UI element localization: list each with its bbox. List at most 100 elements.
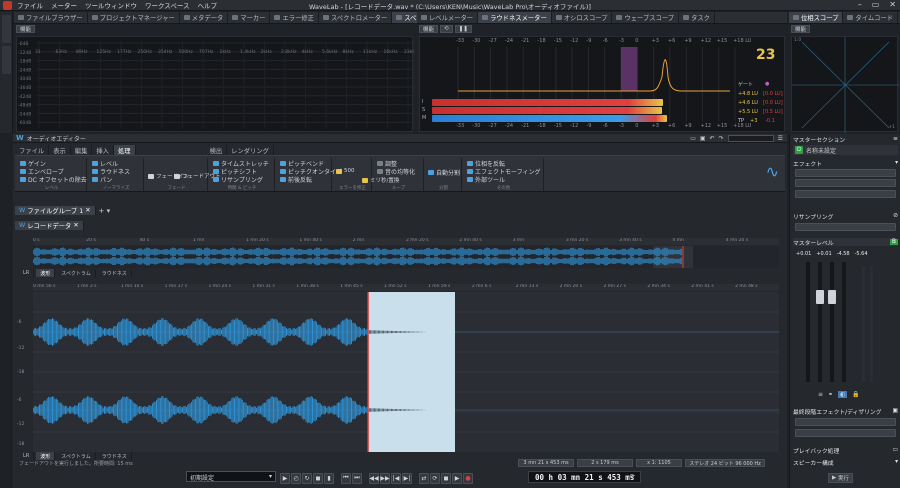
resample-icon[interactable]: ⊘ [893, 213, 898, 219]
tab-file-group[interactable]: W ファイルグループ 1 ✕ [15, 206, 96, 215]
reset-button[interactable]: ⟲ [440, 25, 453, 33]
section-effects[interactable]: エフェクト [793, 159, 822, 168]
list-icon[interactable]: ≡ [818, 391, 823, 398]
view-tab[interactable]: LR [19, 452, 35, 460]
tab-error-correction[interactable]: エラー修正 [270, 12, 319, 23]
maximize-icon[interactable]: ▭ [872, 0, 880, 9]
record-mode-icon[interactable]: ⇄ [419, 472, 429, 484]
tab-timecode[interactable]: タイムコード [843, 12, 899, 23]
record-icon[interactable]: ● [463, 472, 473, 484]
view-tab[interactable]: ラウドネス [98, 269, 132, 277]
preset-name[interactable]: 名称未設定 [806, 146, 836, 155]
dock-tab[interactable] [2, 46, 11, 74]
tab-marker[interactable]: マーカー [228, 12, 271, 23]
playback-icon[interactable]: ▭ [893, 447, 898, 453]
stop-icon[interactable]: ◼ [313, 472, 323, 484]
function-button[interactable]: 機能 [791, 25, 811, 33]
loop-icon[interactable]: ↻ [302, 472, 312, 484]
master-faders[interactable] [796, 260, 896, 384]
preset-dropdown[interactable] [727, 135, 774, 142]
status-field[interactable]: 2 s 179 ms [577, 459, 633, 467]
view-tab[interactable]: 波形 [36, 269, 56, 277]
loop-icon[interactable]: ⟳ [630, 473, 635, 480]
dock-tab[interactable] [2, 15, 11, 43]
view-tab[interactable]: 波形 [36, 452, 56, 460]
close-icon[interactable]: ✕ [889, 0, 896, 9]
tab-oscilloscope[interactable]: オシロスコープ [552, 12, 613, 23]
status-field[interactable]: ステレオ 24 ビット 96 000 Hz [685, 459, 765, 467]
main-waveform[interactable] [32, 292, 779, 452]
ribbon-item[interactable]: 音の均等化 [377, 167, 415, 176]
tab-file[interactable]: W レコードデータ ✕ [15, 221, 84, 230]
function-button[interactable]: 機能 [419, 25, 439, 33]
status-field[interactable]: 3 mn 21 s 453 ms [518, 459, 574, 467]
ribbon-item[interactable]: 自動分割 [428, 168, 460, 177]
master-menu-icon[interactable]: ≡ [893, 136, 898, 142]
prev-marker-icon[interactable]: ⏮ [341, 472, 351, 484]
section-final-effects[interactable]: 最終段階エフェクト/ディザリング [793, 407, 882, 416]
view-tab[interactable]: スペクトラム [57, 269, 96, 277]
play-icon[interactable]: ▶ [452, 472, 462, 484]
tab-level-meter[interactable]: レベルメーター [417, 12, 479, 23]
lock-icon[interactable]: 🔒 [852, 391, 859, 398]
skip-end-icon[interactable]: ▶| [402, 472, 412, 484]
view-tab[interactable]: LR [19, 269, 35, 277]
play-icon[interactable]: ▶ [280, 472, 290, 484]
menu-meter[interactable]: メーター [51, 0, 77, 10]
final-slot[interactable] [795, 418, 896, 426]
tab-wavescope[interactable]: ウェーブスコープ [612, 12, 680, 23]
menu-help[interactable]: ヘルプ [198, 0, 218, 10]
ribbon-item[interactable]: リサンプリング [213, 175, 263, 184]
selection-region[interactable] [368, 292, 455, 452]
ribbon-tab-view[interactable]: 表示 [49, 145, 71, 155]
menu-file[interactable]: ファイル [17, 0, 43, 10]
redo-icon[interactable]: ↷ [719, 135, 724, 142]
tab-loudness-meter[interactable]: ラウドネスメーター [478, 12, 552, 23]
tab-spectrometer[interactable]: スペクトロメーター [319, 12, 393, 23]
link-icon[interactable]: ⚭ [828, 391, 833, 398]
power-icon[interactable]: ⏻ [795, 146, 803, 154]
ribbon-item[interactable]: DC オフセットの除去 [20, 175, 87, 184]
ribbon-item[interactable]: 外部ツール [467, 175, 505, 184]
skip-start-icon[interactable]: |◀ [391, 472, 401, 484]
view-tab[interactable]: ラウドネス [98, 452, 132, 460]
menu-workspace[interactable]: ワークスペース [145, 0, 190, 10]
next-marker-icon[interactable]: ⏭ [352, 472, 362, 484]
pause-button[interactable]: ❚❚ [454, 25, 472, 33]
function-button[interactable]: 機能 [16, 25, 36, 33]
menu-icon[interactable]: ☰ [778, 135, 783, 142]
ribbon-tab-file[interactable]: ファイル [15, 145, 50, 155]
ribbon-item[interactable]: 500 [336, 168, 355, 174]
mono-icon[interactable]: ◐ [838, 391, 848, 398]
section-master-level[interactable]: マスターレベル [793, 238, 834, 247]
section-speaker[interactable]: スピーカー構成 [793, 458, 834, 467]
ribbon-tab-detect[interactable]: 検出 [206, 145, 228, 155]
effects-icon[interactable]: ▾ [895, 160, 898, 166]
overview-waveform[interactable] [32, 246, 779, 268]
ribbon-tab-insert[interactable]: 挿入 [92, 145, 114, 155]
add-tab-button[interactable]: + ▾ [99, 207, 111, 215]
ribbon-tab-edit[interactable]: 編集 [71, 145, 93, 155]
speaker-icon[interactable]: ▾ [895, 459, 898, 465]
effect-slot[interactable] [795, 179, 896, 187]
render-button[interactable]: ▶ 実行 [828, 473, 853, 483]
folder-icon[interactable]: ▭ [690, 135, 696, 142]
ribbon-item[interactable]: 前後反転 [280, 175, 312, 184]
view-tab[interactable]: スペクトラム [57, 452, 96, 460]
status-field[interactable]: x 1: 1105 [636, 459, 682, 467]
final-slot[interactable] [795, 429, 896, 437]
tab-task[interactable]: タスク [679, 12, 715, 23]
transport-preset-dropdown[interactable]: 初期設定 ▾ [186, 471, 276, 482]
effect-slot[interactable] [795, 190, 896, 198]
effect-slot[interactable] [795, 169, 896, 177]
menu-toolwindow[interactable]: ツールウィンドウ [85, 0, 137, 10]
bypass-icon[interactable]: B [890, 239, 898, 245]
fast-forward-icon[interactable]: ▶▶ [380, 472, 390, 484]
tab-phasescope[interactable]: 位相スコープ [789, 12, 844, 23]
clock-icon[interactable]: ◴ [291, 472, 301, 484]
section-playback[interactable]: プレイバック処理 [793, 446, 839, 455]
cycle-icon[interactable]: ⟳ [430, 472, 440, 484]
tab-file-browser[interactable]: ファイルブラウザー [14, 12, 88, 23]
final-effects-icon[interactable]: ▣ [893, 408, 898, 414]
tab-project-manager[interactable]: プロジェクトマネージャー [88, 12, 180, 23]
